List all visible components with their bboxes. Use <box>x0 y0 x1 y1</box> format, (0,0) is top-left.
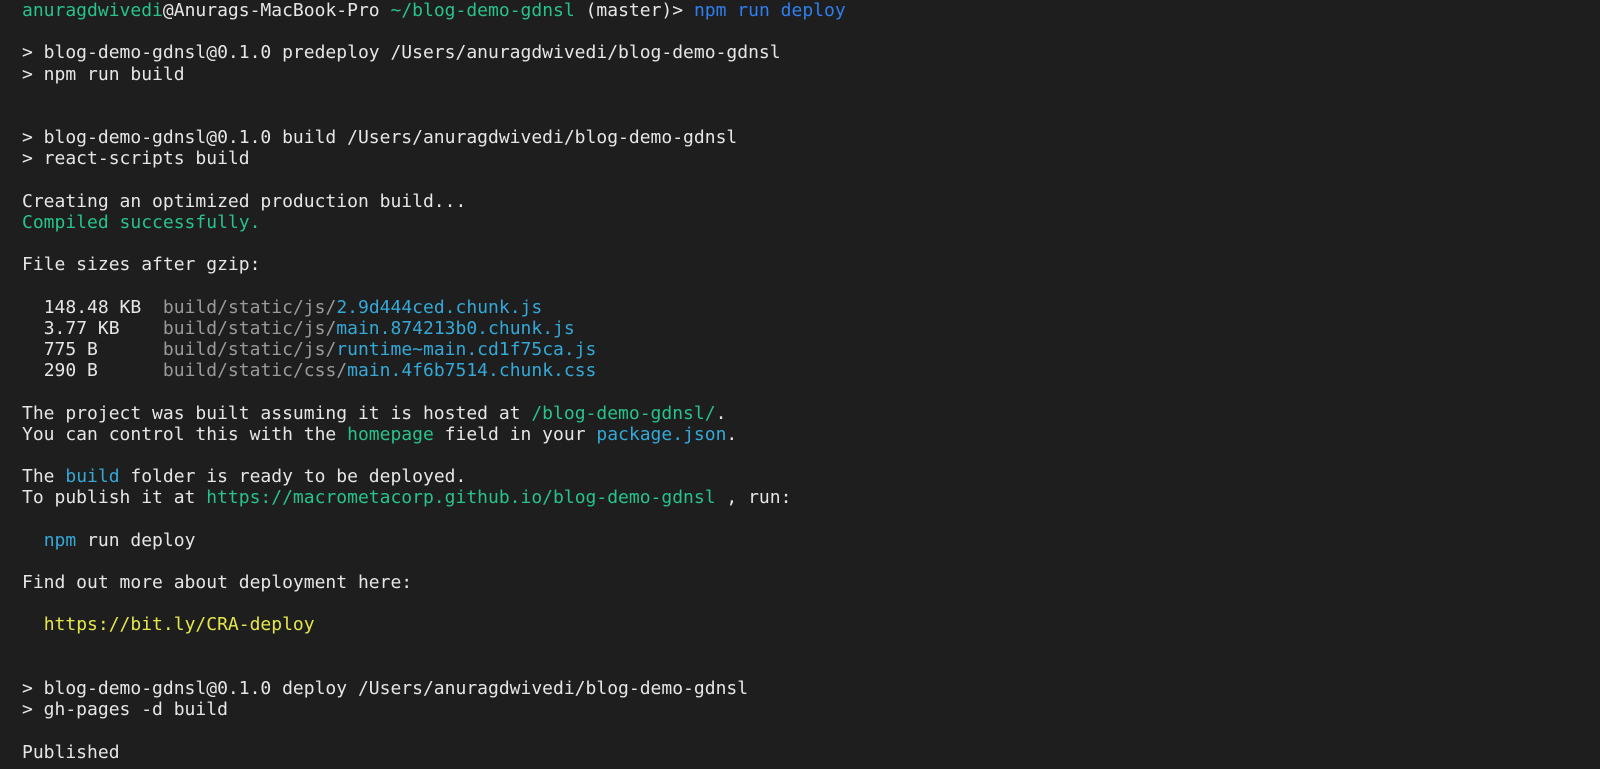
partial-prompt-line <box>22 762 33 769</box>
prompt-branch: (master)> <box>585 0 684 21</box>
file-dir: build/static/css/ <box>162 360 348 382</box>
file-dir: build/static/js/ <box>162 317 337 339</box>
package-json: package.json <box>596 423 727 445</box>
publish-prefix: To publish it at <box>22 487 207 509</box>
file-size-row: 148.48 KB build/static/js/2.9d444ced.chu… <box>22 297 846 318</box>
deploy-script-line: > blog-demo-gdnsl@0.1.0 deploy /Users/an… <box>22 678 749 699</box>
creating-build-line: Creating an optimized production build..… <box>22 190 467 212</box>
file-name: 2.9d444ced.chunk.js <box>336 296 543 318</box>
build-folder: build <box>65 466 120 488</box>
build-script-line: > blog-demo-gdnsl@0.1.0 build /Users/anu… <box>22 127 738 149</box>
control-line: You can control this with the homepage f… <box>22 424 846 445</box>
npm-keyword: npm <box>43 529 77 551</box>
file-size-row: 3.77 KB build/static/js/main.874213b0.ch… <box>22 318 846 339</box>
file-size: 290 B <box>43 360 98 382</box>
ready-prefix: The <box>22 466 66 488</box>
file-dir: build/static/js/ <box>162 296 337 318</box>
homepage-field: homepage <box>347 423 434 445</box>
find-out-line: Find out more about deployment here: <box>22 572 413 594</box>
build-command-line: > react-scripts build <box>22 148 250 170</box>
hosted-path: /blog-demo-gdnsl/ <box>531 402 716 424</box>
deploy-command-hint: npm run deploy <box>22 530 846 551</box>
hosted-line: The project was built assuming it is hos… <box>22 403 846 424</box>
prompt-user: anuragdwivedi <box>22 0 163 21</box>
cra-deploy-link[interactable]: https://bit.ly/CRA-deploy <box>44 614 315 635</box>
prompt-path: ~/blog-demo-gdnsl <box>390 0 575 21</box>
predeploy-command-line: > npm run build <box>22 63 185 85</box>
terminal-window[interactable]: anuragdwivedi@Anurags-MacBook-Pro ~/blog… <box>0 0 1600 769</box>
compiled-success-line: Compiled successfully. <box>22 211 261 233</box>
file-name: main.874213b0.chunk.js <box>336 317 575 339</box>
deploy-command-rest: run deploy <box>76 529 196 551</box>
file-name: runtime~main.cd1f75ca.js <box>336 339 597 360</box>
publish-suffix: , run: <box>715 487 792 509</box>
prompt-line: anuragdwivedi@Anurags-MacBook-Pro ~/blog… <box>22 0 846 21</box>
predeploy-script-line: > blog-demo-gdnsl@0.1.0 predeploy /Users… <box>22 42 781 64</box>
file-size-row: 290 B build/static/css/main.4f6b7514.chu… <box>22 360 846 381</box>
cra-link-line: https://bit.ly/CRA-deploy <box>22 614 846 635</box>
file-size: 775 B <box>43 339 98 360</box>
deploy-command-line: > gh-pages -d build <box>22 699 228 721</box>
control-prefix: You can control this with the <box>22 423 348 445</box>
hosted-suffix: . <box>715 402 727 424</box>
hosted-prefix: The project was built assuming it is hos… <box>22 402 532 424</box>
file-dir: build/static/js/ <box>162 339 337 360</box>
prompt-host: @Anurags-MacBook-Pro <box>162 0 380 21</box>
control-suffix: . <box>726 423 738 445</box>
file-size-row: 775 B build/static/js/runtime~main.cd1f7… <box>22 339 846 360</box>
ready-line: The build folder is ready to be deployed… <box>22 466 846 487</box>
publish-line: To publish it at https://macrometacorp.g… <box>22 487 846 508</box>
file-sizes-header: File sizes after gzip: <box>22 254 261 276</box>
file-size: 148.48 KB <box>43 296 142 318</box>
terminal-output: anuragdwivedi@Anurags-MacBook-Pro ~/blog… <box>22 0 846 763</box>
file-size: 3.77 KB <box>43 317 120 339</box>
control-middle: field in your <box>433 423 597 445</box>
ready-suffix: folder is ready to be deployed. <box>119 466 467 488</box>
publish-url: https://macrometacorp.github.io/blog-dem… <box>206 487 716 509</box>
file-name: main.4f6b7514.chunk.css <box>347 360 597 382</box>
prompt-command: npm run deploy <box>693 0 846 21</box>
published-line: Published <box>22 741 120 763</box>
partial-prompt-fragment <box>22 762 33 769</box>
